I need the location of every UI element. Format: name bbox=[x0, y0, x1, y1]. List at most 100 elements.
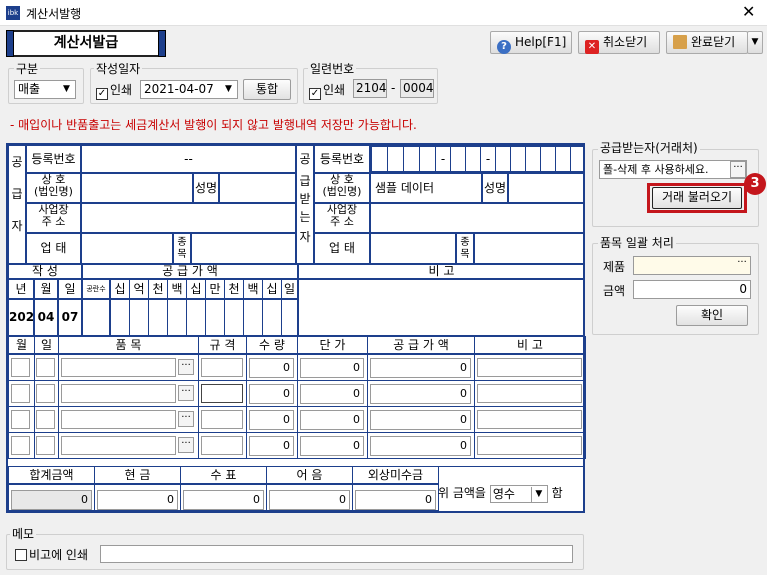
month-input[interactable] bbox=[11, 436, 30, 455]
close-window-icon[interactable]: ✕ bbox=[742, 2, 755, 22]
load-transaction-button[interactable]: 거래 불러오기 bbox=[652, 187, 742, 209]
spec-input[interactable] bbox=[201, 436, 243, 455]
price-input[interactable]: 0 bbox=[300, 358, 364, 378]
item-name-input[interactable] bbox=[61, 358, 176, 377]
memo-input[interactable] bbox=[100, 545, 573, 563]
amount-input[interactable]: 0 bbox=[370, 358, 471, 378]
remark-input[interactable] bbox=[477, 436, 582, 455]
supplier-ceo-value[interactable] bbox=[219, 173, 296, 203]
more-icon[interactable]: ··· bbox=[178, 359, 194, 375]
amount-input[interactable]: 0 bbox=[370, 436, 471, 456]
date-print-checkbox[interactable]: ✓ 인쇄 bbox=[96, 81, 132, 100]
reg-digit-cell bbox=[465, 146, 481, 172]
spec-input[interactable] bbox=[201, 384, 243, 403]
amount-input[interactable]: 0 bbox=[633, 280, 751, 299]
day-input[interactable] bbox=[36, 384, 55, 403]
memo-print-checkbox[interactable]: 비고에 인쇄 bbox=[15, 546, 88, 563]
done-close-dropdown[interactable]: ▼ bbox=[747, 31, 763, 54]
day-input[interactable] bbox=[36, 436, 55, 455]
supplier-biz-value[interactable] bbox=[81, 233, 173, 264]
spec-input[interactable] bbox=[201, 358, 243, 377]
bulk-label: 품목 일괄 처리 bbox=[598, 234, 676, 251]
gubun-select[interactable]: 매출 ▼ bbox=[14, 80, 76, 99]
totals-header: 수 표 bbox=[180, 466, 267, 484]
totals-value[interactable]: 0 bbox=[269, 490, 350, 510]
receipt-mode-select[interactable]: 영수 ▼ bbox=[489, 484, 548, 503]
digit-value bbox=[167, 299, 187, 336]
totals-value[interactable]: 0 bbox=[97, 490, 178, 510]
qty-input[interactable]: 0 bbox=[249, 384, 294, 404]
items-header-cell: 월 bbox=[8, 336, 35, 354]
remark-input[interactable] bbox=[477, 358, 582, 377]
more-icon[interactable]: ··· bbox=[734, 257, 750, 274]
gubun-label: 구분 bbox=[14, 60, 41, 77]
digit-label: 십 bbox=[262, 279, 282, 299]
receiver-reg-value[interactable]: -- bbox=[370, 145, 585, 173]
qty-input[interactable]: 0 bbox=[249, 436, 294, 456]
serial-part2[interactable]: 0004 bbox=[400, 79, 434, 98]
digit-label: 억 bbox=[129, 279, 149, 299]
serial-part1[interactable]: 2104 bbox=[353, 79, 387, 98]
item-name-input[interactable] bbox=[61, 436, 176, 455]
date-value: 2021-04-07 bbox=[144, 82, 214, 96]
serial-print-checkbox[interactable]: ✓ 인쇄 bbox=[309, 81, 345, 100]
receiver-company-value[interactable]: 샘플 데이터 bbox=[370, 173, 482, 203]
reg-digit-cell: - bbox=[435, 146, 451, 172]
item-name-input[interactable] bbox=[61, 384, 176, 403]
help-button[interactable]: ? Help[F1] bbox=[490, 31, 572, 54]
amount-input[interactable]: 0 bbox=[370, 410, 471, 430]
supplier-biz-label: 업 태 bbox=[26, 233, 81, 264]
supply-amount-label: 공 급 가 액 bbox=[82, 264, 298, 279]
amount-input[interactable]: 0 bbox=[370, 384, 471, 404]
digit-value bbox=[186, 299, 206, 336]
reg-digit-cell bbox=[387, 146, 404, 172]
more-icon[interactable]: ··· bbox=[178, 385, 194, 401]
price-input[interactable]: 0 bbox=[300, 410, 364, 430]
receiver-address-value[interactable] bbox=[370, 203, 585, 233]
qty-input[interactable]: 0 bbox=[249, 358, 294, 378]
item-name-input[interactable] bbox=[61, 410, 176, 429]
month-input[interactable] bbox=[11, 358, 30, 377]
totals-header: 외상미수금 bbox=[352, 466, 439, 484]
totals-value[interactable]: 0 bbox=[355, 490, 436, 510]
above-amount-label: 위 금액을 bbox=[438, 486, 486, 500]
day-input[interactable] bbox=[36, 410, 55, 429]
more-icon[interactable]: ··· bbox=[730, 161, 746, 178]
month-input[interactable] bbox=[11, 384, 30, 403]
counterpart-input[interactable]: 폴-삭제 후 사용하세요. bbox=[599, 160, 747, 179]
supplier-item-value[interactable] bbox=[191, 233, 296, 264]
totals-value[interactable]: 0 bbox=[11, 490, 92, 510]
date-input[interactable]: 2021-04-07 ▼ bbox=[140, 80, 238, 99]
done-close-button[interactable]: 완료닫기 bbox=[666, 31, 748, 54]
supplier-company-value[interactable] bbox=[81, 173, 193, 203]
title-post-left bbox=[6, 30, 14, 57]
more-icon[interactable]: ··· bbox=[178, 437, 194, 453]
year-label: 년 bbox=[8, 279, 34, 299]
supplier-address-value[interactable] bbox=[81, 203, 296, 233]
receiver-item-value[interactable] bbox=[474, 233, 585, 264]
receiver-side-2: 급받는 bbox=[299, 174, 311, 224]
digit-label: 백 bbox=[167, 279, 187, 299]
combine-button[interactable]: 통합 bbox=[243, 79, 291, 100]
date-label: 작성일자 bbox=[94, 60, 143, 77]
receiver-ceo-value[interactable] bbox=[508, 173, 585, 203]
more-icon[interactable]: ··· bbox=[178, 411, 194, 427]
receiver-biz-value[interactable] bbox=[370, 233, 456, 264]
reg-digit-cell: - bbox=[480, 146, 496, 172]
day-input[interactable] bbox=[36, 358, 55, 377]
remark-value[interactable] bbox=[298, 279, 585, 336]
cancel-close-button[interactable]: ✕ 취소닫기 bbox=[578, 31, 660, 54]
price-input[interactable]: 0 bbox=[300, 384, 364, 404]
confirm-button[interactable]: 확인 bbox=[676, 305, 748, 326]
receiver-biz-label: 업 태 bbox=[314, 233, 370, 264]
remark-input[interactable] bbox=[477, 384, 582, 403]
remark-input[interactable] bbox=[477, 410, 582, 429]
month-input[interactable] bbox=[11, 410, 30, 429]
totals-value[interactable]: 0 bbox=[183, 490, 264, 510]
receiver-item-label: 종목 bbox=[456, 233, 474, 264]
memo-label: 메모 bbox=[10, 525, 37, 542]
spec-input[interactable] bbox=[201, 410, 243, 429]
price-input[interactable]: 0 bbox=[300, 436, 364, 456]
supplier-reg-value[interactable]: -- bbox=[81, 145, 296, 173]
qty-input[interactable]: 0 bbox=[249, 410, 294, 430]
